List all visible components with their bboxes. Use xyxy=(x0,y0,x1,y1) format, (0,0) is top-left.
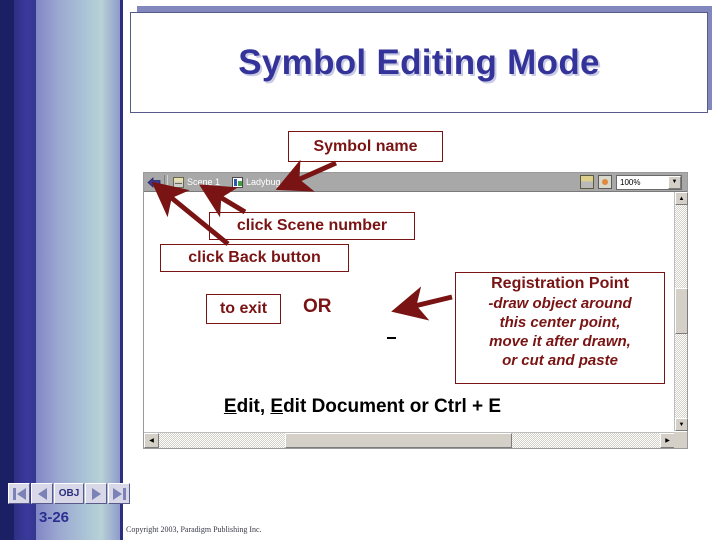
horizontal-scrollbar-thumb[interactable] xyxy=(285,433,512,448)
horizontal-scrollbar[interactable]: ◀ ▶ xyxy=(144,432,675,448)
last-slide-button[interactable] xyxy=(108,483,130,504)
left-band-stripe xyxy=(14,0,36,540)
registration-line-3: move it after drawn, xyxy=(489,333,631,350)
callout-click-back-button: click Back button xyxy=(160,244,349,272)
toolbar-right-group: 100% ▼ xyxy=(580,174,687,190)
zoom-level-value: 100% xyxy=(620,177,641,187)
breadcrumb-scene-label: Scene 1 xyxy=(187,177,221,187)
symbol-icon xyxy=(232,176,244,188)
callout-to-exit: to exit xyxy=(206,294,281,324)
registration-line-2: this center point, xyxy=(499,314,621,331)
last-slide-icon xyxy=(112,487,126,500)
scene-icon xyxy=(173,176,184,188)
edit-underline-2: E xyxy=(270,396,284,417)
left-band-edge xyxy=(120,0,123,540)
edit-underline-1: E xyxy=(223,396,237,417)
registration-heading: Registration Point xyxy=(491,275,629,292)
zoom-level-select[interactable]: 100% ▼ xyxy=(616,174,682,190)
vertical-scrollbar[interactable]: ▲ ▼ xyxy=(674,192,688,431)
edit-instruction-line: Edit, Edit Document or Ctrl + E xyxy=(175,396,550,418)
edit-text-2: dit Document or Ctrl + E xyxy=(283,396,502,417)
slide-canvas: Symbol Editing Mode Scene 1 Ladybug 100%… xyxy=(0,0,720,540)
scroll-up-icon[interactable]: ▲ xyxy=(675,192,688,205)
slide-number: 3-26 xyxy=(39,509,70,526)
registration-line-1: -draw object around xyxy=(488,295,632,312)
previous-slide-icon xyxy=(37,487,47,500)
chevron-down-icon[interactable]: ▼ xyxy=(668,175,681,189)
callout-click-scene-number: click Scene number xyxy=(209,212,415,240)
back-arrow-icon[interactable] xyxy=(144,174,164,191)
next-slide-button[interactable] xyxy=(85,483,107,504)
flash-edit-bar: Scene 1 Ladybug 100% ▼ xyxy=(144,173,687,192)
obj-button[interactable]: OBJ xyxy=(54,483,84,504)
registration-point-marker xyxy=(387,337,396,339)
scroll-left-icon[interactable]: ◀ xyxy=(144,433,159,448)
breadcrumb-symbol-label: Ladybug xyxy=(246,177,281,187)
callout-registration-point: Registration Point -draw object around t… xyxy=(455,272,665,384)
edit-text-1: dit, xyxy=(236,396,271,417)
edit-scene-icon[interactable] xyxy=(580,175,594,189)
slide-navigation: OBJ xyxy=(8,483,131,504)
scroll-down-icon[interactable]: ▼ xyxy=(675,418,688,431)
scroll-right-icon[interactable]: ▶ xyxy=(660,433,675,448)
page-title: Symbol Editing Mode xyxy=(238,42,600,82)
copyright-notice: Copyright 2003, Paradigm Publishing Inc. xyxy=(126,525,262,534)
callout-or: OR xyxy=(303,296,332,317)
breadcrumb-symbol[interactable]: Ladybug xyxy=(227,176,288,188)
first-slide-button[interactable] xyxy=(8,483,30,504)
scrollbar-corner xyxy=(674,432,687,448)
first-slide-icon xyxy=(12,487,26,500)
vertical-scrollbar-thumb[interactable] xyxy=(675,288,688,334)
left-band-gradient xyxy=(36,0,120,540)
registration-line-4: or cut and paste xyxy=(502,352,618,369)
breadcrumb-scene[interactable]: Scene 1 xyxy=(168,176,227,188)
next-slide-icon xyxy=(91,487,101,500)
previous-slide-button[interactable] xyxy=(31,483,53,504)
callout-symbol-name: Symbol name xyxy=(288,131,443,162)
edit-symbol-icon[interactable] xyxy=(598,175,612,189)
